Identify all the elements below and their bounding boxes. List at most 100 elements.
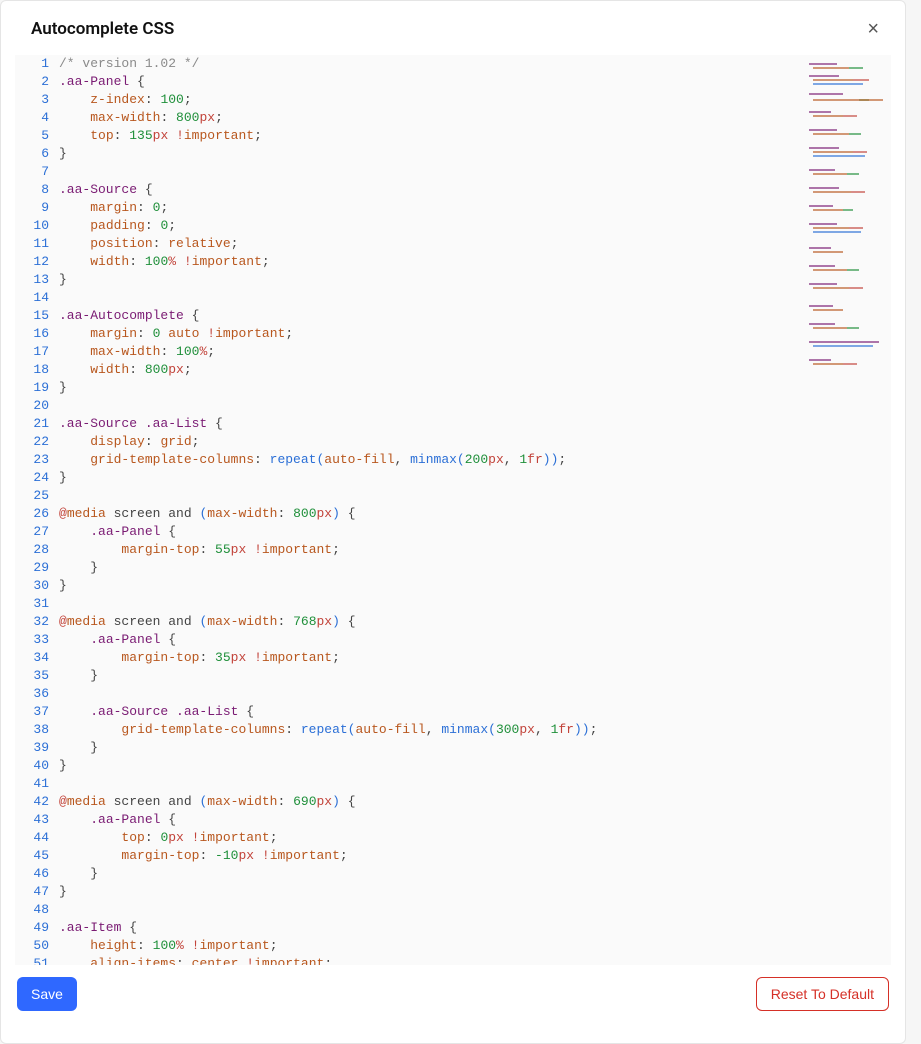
code-line[interactable]: 13} [15, 271, 891, 289]
code-line[interactable]: 14 [15, 289, 891, 307]
code-content[interactable]: .aa-Autocomplete { [59, 307, 891, 325]
code-content[interactable]: margin-top: -10px !important; [59, 847, 891, 865]
code-content[interactable]: .aa-Panel { [59, 73, 891, 91]
code-content[interactable]: margin: 0; [59, 199, 891, 217]
code-content[interactable]: .aa-Source .aa-List { [59, 415, 891, 433]
code-line[interactable]: 48 [15, 901, 891, 919]
code-line[interactable]: 20 [15, 397, 891, 415]
code-line[interactable]: 17 max-width: 100%; [15, 343, 891, 361]
code-content[interactable]: .aa-Panel { [59, 523, 891, 541]
code-content[interactable]: @media screen and (max-width: 690px) { [59, 793, 891, 811]
code-line[interactable]: 2.aa-Panel { [15, 73, 891, 91]
code-line[interactable]: 39 } [15, 739, 891, 757]
code-line[interactable]: 45 margin-top: -10px !important; [15, 847, 891, 865]
code-line[interactable]: 35 } [15, 667, 891, 685]
code-content[interactable]: grid-template-columns: repeat(auto-fill,… [59, 451, 891, 469]
code-line[interactable]: 11 position: relative; [15, 235, 891, 253]
code-content[interactable]: position: relative; [59, 235, 891, 253]
code-content[interactable]: padding: 0; [59, 217, 891, 235]
code-content[interactable]: .aa-Panel { [59, 811, 891, 829]
code-line[interactable]: 44 top: 0px !important; [15, 829, 891, 847]
code-content[interactable]: } [59, 739, 891, 757]
code-content[interactable]: @media screen and (max-width: 768px) { [59, 613, 891, 631]
code-line[interactable]: 15.aa-Autocomplete { [15, 307, 891, 325]
code-line[interactable]: 28 margin-top: 55px !important; [15, 541, 891, 559]
code-content[interactable]: } [59, 145, 891, 163]
code-line[interactable]: 19} [15, 379, 891, 397]
code-line[interactable]: 27 .aa-Panel { [15, 523, 891, 541]
code-content[interactable]: } [59, 667, 891, 685]
reset-button[interactable]: Reset To Default [756, 977, 889, 1011]
code-line[interactable]: 34 margin-top: 35px !important; [15, 649, 891, 667]
code-content[interactable]: top: 0px !important; [59, 829, 891, 847]
code-line[interactable]: 41 [15, 775, 891, 793]
code-content[interactable]: /* version 1.02 */ [59, 55, 891, 73]
code-content[interactable]: .aa-Panel { [59, 631, 891, 649]
code-content[interactable]: grid-template-columns: repeat(auto-fill,… [59, 721, 891, 739]
code-content[interactable]: } [59, 559, 891, 577]
code-content[interactable]: } [59, 865, 891, 883]
code-line[interactable]: 26@media screen and (max-width: 800px) { [15, 505, 891, 523]
code-content[interactable]: @media screen and (max-width: 800px) { [59, 505, 891, 523]
code-line[interactable]: 31 [15, 595, 891, 613]
code-line[interactable]: 1/* version 1.02 */ [15, 55, 891, 73]
code-line[interactable]: 10 padding: 0; [15, 217, 891, 235]
code-content[interactable] [59, 487, 891, 505]
code-content[interactable]: } [59, 271, 891, 289]
code-content[interactable]: z-index: 100; [59, 91, 891, 109]
code-content[interactable]: } [59, 379, 891, 397]
code-line[interactable]: 49.aa-Item { [15, 919, 891, 937]
code-line[interactable]: 5 top: 135px !important; [15, 127, 891, 145]
code-line[interactable]: 21.aa-Source .aa-List { [15, 415, 891, 433]
code-line[interactable]: 40} [15, 757, 891, 775]
code-line[interactable]: 42@media screen and (max-width: 690px) { [15, 793, 891, 811]
code-content[interactable]: width: 800px; [59, 361, 891, 379]
code-content[interactable]: .aa-Source { [59, 181, 891, 199]
code-content[interactable] [59, 685, 891, 703]
code-content[interactable]: .aa-Source .aa-List { [59, 703, 891, 721]
close-button[interactable]: × [859, 15, 887, 43]
code-line[interactable]: 12 width: 100% !important; [15, 253, 891, 271]
code-content[interactable]: margin-top: 35px !important; [59, 649, 891, 667]
code-line[interactable]: 4 max-width: 800px; [15, 109, 891, 127]
code-line[interactable]: 30} [15, 577, 891, 595]
code-content[interactable] [59, 775, 891, 793]
code-content[interactable]: display: grid; [59, 433, 891, 451]
code-line[interactable]: 22 display: grid; [15, 433, 891, 451]
code-content[interactable]: .aa-Item { [59, 919, 891, 937]
code-content[interactable] [59, 397, 891, 415]
code-line[interactable]: 25 [15, 487, 891, 505]
code-content[interactable] [59, 289, 891, 307]
code-line[interactable]: 29 } [15, 559, 891, 577]
code-line[interactable]: 16 margin: 0 auto !important; [15, 325, 891, 343]
code-line[interactable]: 9 margin: 0; [15, 199, 891, 217]
code-line[interactable]: 50 height: 100% !important; [15, 937, 891, 955]
code-content[interactable]: margin: 0 auto !important; [59, 325, 891, 343]
code-line[interactable]: 24} [15, 469, 891, 487]
code-content[interactable] [59, 163, 891, 181]
code-content[interactable]: } [59, 883, 891, 901]
code-line[interactable]: 37 .aa-Source .aa-List { [15, 703, 891, 721]
code-line[interactable]: 36 [15, 685, 891, 703]
save-button[interactable]: Save [17, 977, 77, 1011]
code-line[interactable]: 23 grid-template-columns: repeat(auto-fi… [15, 451, 891, 469]
code-content[interactable] [59, 901, 891, 919]
code-line[interactable]: 3 z-index: 100; [15, 91, 891, 109]
code-content[interactable]: } [59, 577, 891, 595]
code-line[interactable]: 18 width: 800px; [15, 361, 891, 379]
code-line[interactable]: 8.aa-Source { [15, 181, 891, 199]
code-content[interactable]: } [59, 469, 891, 487]
code-content[interactable]: top: 135px !important; [59, 127, 891, 145]
code-content[interactable]: } [59, 757, 891, 775]
code-line[interactable]: 38 grid-template-columns: repeat(auto-fi… [15, 721, 891, 739]
code-content[interactable]: margin-top: 55px !important; [59, 541, 891, 559]
code-content[interactable]: width: 100% !important; [59, 253, 891, 271]
code-line[interactable]: 33 .aa-Panel { [15, 631, 891, 649]
code-content[interactable] [59, 595, 891, 613]
code-line[interactable]: 6} [15, 145, 891, 163]
code-content[interactable]: height: 100% !important; [59, 937, 891, 955]
code-editor[interactable]: 1/* version 1.02 */2.aa-Panel {3 z-index… [15, 55, 891, 965]
code-line[interactable]: 47} [15, 883, 891, 901]
code-line[interactable]: 32@media screen and (max-width: 768px) { [15, 613, 891, 631]
code-line[interactable]: 46 } [15, 865, 891, 883]
